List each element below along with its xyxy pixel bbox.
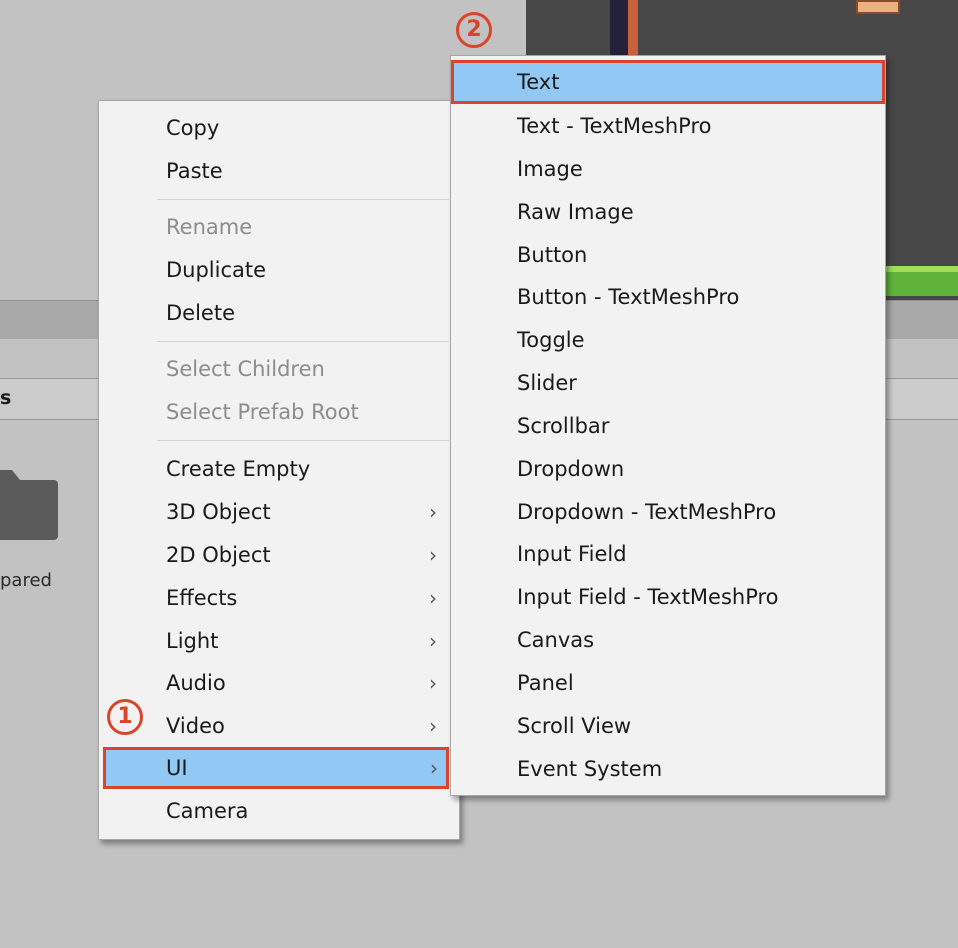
submenu-item-label: Slider xyxy=(517,371,577,395)
submenu-item-label: Event System xyxy=(517,757,663,781)
menu-item-paste[interactable]: Paste xyxy=(99,152,459,190)
submenu-item-label: Input Field - TextMeshPro xyxy=(517,585,779,609)
step-2-badge: 2 xyxy=(456,12,492,48)
chevron-right-icon: › xyxy=(429,714,437,738)
submenu-item-text[interactable]: Text xyxy=(451,60,885,104)
submenu-item-event-system[interactable]: Event System xyxy=(451,749,885,789)
menu-item-label: Light xyxy=(166,629,219,653)
menu-item-label: Paste xyxy=(166,159,223,183)
menu-item-video[interactable]: Video › xyxy=(99,707,459,745)
menu-item-label: Effects xyxy=(166,586,238,610)
scene-sprite-grass xyxy=(881,266,958,296)
menu-item-ui[interactable]: UI › xyxy=(103,747,449,789)
menu-item-label: Select Prefab Root xyxy=(166,400,359,424)
submenu-item-label: Dropdown xyxy=(517,457,625,481)
menu-item-select-children: Select Children xyxy=(99,350,459,388)
menu-item-light[interactable]: Light › xyxy=(99,622,459,660)
menu-item-label: Video xyxy=(166,714,225,738)
scene-sprite-pillar xyxy=(610,0,628,55)
submenu-item-button[interactable]: Button xyxy=(451,235,885,275)
menu-item-copy[interactable]: Copy xyxy=(99,109,459,147)
menu-item-label: Rename xyxy=(166,215,253,239)
folder-label[interactable]: pared xyxy=(0,570,52,591)
menu-item-label: Create Empty xyxy=(166,457,311,481)
chevron-right-icon: › xyxy=(429,586,437,610)
chevron-right-icon: › xyxy=(429,671,437,695)
submenu-item-toggle[interactable]: Toggle xyxy=(451,320,885,360)
submenu-item-label: Toggle xyxy=(517,328,585,352)
menu-item-label: Camera xyxy=(166,799,249,823)
menu-item-select-prefab-root: Select Prefab Root xyxy=(99,393,459,431)
menu-item-3d-object[interactable]: 3D Object › xyxy=(99,493,459,531)
menu-item-label: Copy xyxy=(166,116,220,140)
submenu-item-label: Button - TextMeshPro xyxy=(517,285,740,309)
submenu-item-image[interactable]: Image xyxy=(451,149,885,189)
submenu-item-label: Panel xyxy=(517,671,574,695)
menu-item-label: Select Children xyxy=(166,357,325,381)
submenu-item-input-field[interactable]: Input Field xyxy=(451,534,885,574)
chevron-right-icon: › xyxy=(429,629,437,653)
submenu-item-text-textmeshpro[interactable]: Text - TextMeshPro xyxy=(451,106,885,146)
menu-item-audio[interactable]: Audio › xyxy=(99,664,459,702)
submenu-item-input-field-textmeshpro[interactable]: Input Field - TextMeshPro xyxy=(451,577,885,617)
submenu-item-label: Text - TextMeshPro xyxy=(517,114,712,138)
submenu-item-slider[interactable]: Slider xyxy=(451,363,885,403)
menu-item-delete[interactable]: Delete xyxy=(99,294,459,332)
submenu-item-scrollbar[interactable]: Scrollbar xyxy=(451,406,885,446)
submenu-item-raw-image[interactable]: Raw Image xyxy=(451,192,885,232)
submenu-item-button-textmeshpro[interactable]: Button - TextMeshPro xyxy=(451,277,885,317)
submenu-item-label: Dropdown - TextMeshPro xyxy=(517,500,777,524)
scene-sprite-brick xyxy=(628,0,638,55)
menu-separator xyxy=(157,341,449,342)
chevron-right-icon: › xyxy=(429,500,437,524)
menu-item-2d-object[interactable]: 2D Object › xyxy=(99,536,459,574)
menu-item-label: Duplicate xyxy=(166,258,267,282)
menu-item-effects[interactable]: Effects › xyxy=(99,579,459,617)
submenu-item-label: Scrollbar xyxy=(517,414,610,438)
menu-separator xyxy=(157,199,449,200)
panel-title: s xyxy=(0,387,12,409)
submenu-item-label: Image xyxy=(517,157,583,181)
folder-icon[interactable] xyxy=(0,462,58,542)
menu-item-label: Audio xyxy=(166,671,226,695)
chevron-right-icon: › xyxy=(429,543,437,567)
submenu-item-dropdown[interactable]: Dropdown xyxy=(451,449,885,489)
context-menu: Copy Paste Rename Duplicate Delete Selec… xyxy=(98,100,460,840)
menu-item-create-empty[interactable]: Create Empty xyxy=(99,450,459,488)
menu-item-label: UI xyxy=(166,756,188,780)
menu-item-duplicate[interactable]: Duplicate xyxy=(99,251,459,289)
ui-submenu: Text Text - TextMeshPro Image Raw Image … xyxy=(450,55,886,796)
chevron-right-icon: › xyxy=(430,756,438,780)
submenu-item-label: Raw Image xyxy=(517,200,634,224)
menu-item-label: Delete xyxy=(166,301,235,325)
submenu-item-label: Input Field xyxy=(517,542,627,566)
submenu-item-label: Canvas xyxy=(517,628,595,652)
scene-sprite-block xyxy=(856,0,900,14)
submenu-item-label: Text xyxy=(517,70,560,94)
menu-item-camera[interactable]: Camera xyxy=(99,792,459,830)
menu-item-label: 3D Object xyxy=(166,500,271,524)
submenu-item-dropdown-textmeshpro[interactable]: Dropdown - TextMeshPro xyxy=(451,492,885,532)
submenu-item-scroll-view[interactable]: Scroll View xyxy=(451,706,885,746)
menu-item-label: 2D Object xyxy=(166,543,271,567)
submenu-item-label: Scroll View xyxy=(517,714,632,738)
menu-separator xyxy=(157,440,449,441)
submenu-item-panel[interactable]: Panel xyxy=(451,663,885,703)
step-1-badge: 1 xyxy=(107,699,143,735)
submenu-item-canvas[interactable]: Canvas xyxy=(451,620,885,660)
menu-item-rename: Rename xyxy=(99,208,459,246)
submenu-item-label: Button xyxy=(517,243,588,267)
